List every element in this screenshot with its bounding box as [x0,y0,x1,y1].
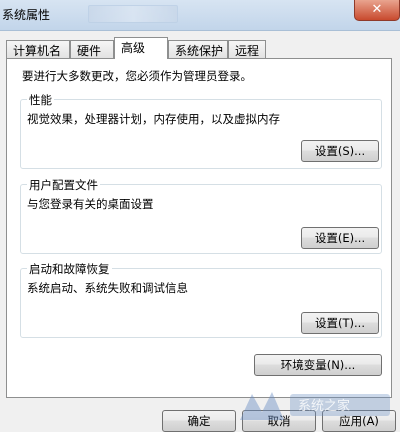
group-desc-profiles: 与您登录有关的桌面设置 [27,197,154,211]
environment-variables-button[interactable]: 环境变量(N)... [254,354,382,376]
group-desc-performance: 视觉效果，处理器计划，内存使用，以及虚拟内存 [27,112,280,126]
performance-settings-button[interactable]: 设置(S)... [301,140,379,162]
tab-advanced[interactable]: 高级 [114,37,168,59]
group-user-profiles: 用户配置文件 与您登录有关的桌面设置 设置(E)... [20,177,382,254]
close-button[interactable]: ✕ [354,0,400,21]
tab-hardware[interactable]: 硬件 [70,40,114,58]
group-title-profiles: 用户配置文件 [27,177,100,193]
blurred-region [88,5,178,23]
window-title: 系统属性 [2,8,51,22]
profiles-settings-button[interactable]: 设置(E)... [301,227,379,249]
cancel-button[interactable]: 取消 [242,410,316,432]
startup-settings-button[interactable]: 设置(T)... [301,312,379,334]
ok-button[interactable]: 确定 [162,410,236,432]
admin-note: 要进行大多数更改，您必须作为管理员登录。 [22,69,252,83]
tab-computer-name[interactable]: 计算机名 [6,40,70,58]
group-desc-startup: 系统启动、系统失败和调试信息 [27,281,188,295]
tab-system-protection[interactable]: 系统保护 [168,40,228,58]
group-title-startup: 启动和故障恢复 [27,261,112,277]
apply-button[interactable]: 应用(A) [322,410,396,432]
title-bar: 系统属性 ✕ [0,0,400,31]
group-performance: 性能 视觉效果，处理器计划，内存使用，以及虚拟内存 设置(S)... [20,92,382,169]
group-startup-recovery: 启动和故障恢复 系统启动、系统失败和调试信息 设置(T)... [20,261,382,338]
group-title-performance: 性能 [27,92,54,108]
tab-remote[interactable]: 远程 [228,40,266,58]
